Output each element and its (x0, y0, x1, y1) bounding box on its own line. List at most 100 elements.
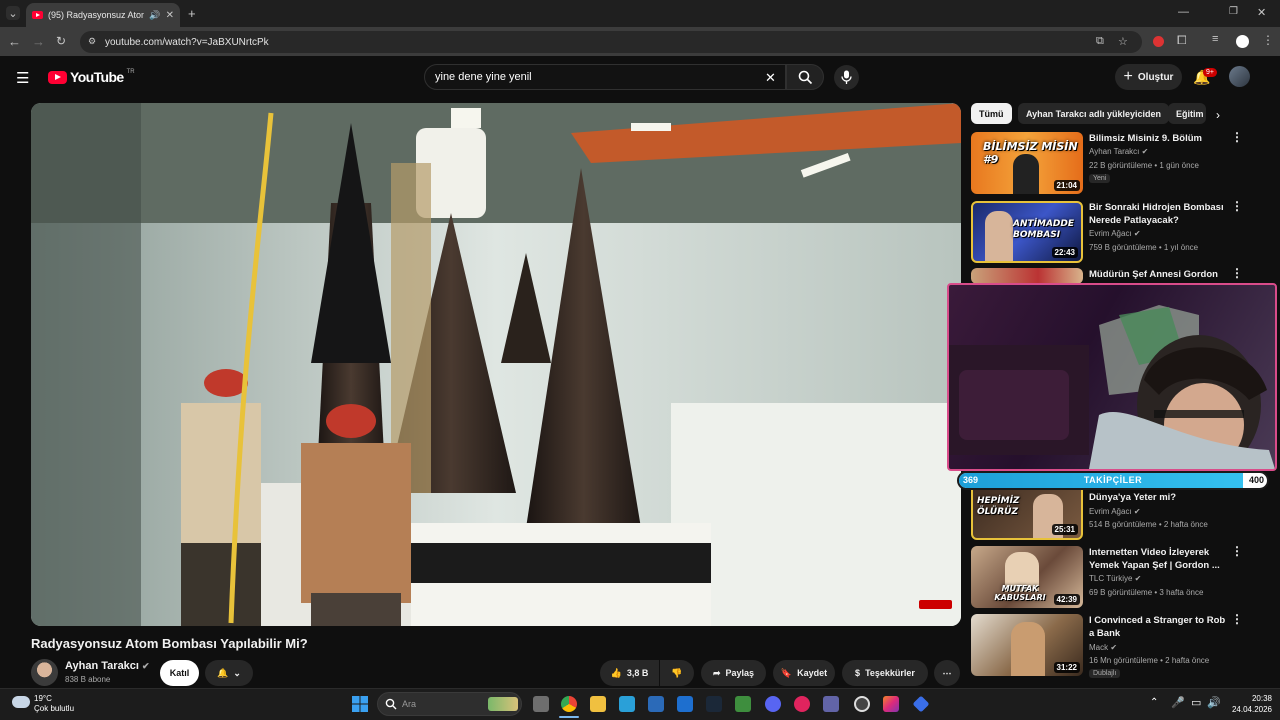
hamburger-menu-icon[interactable]: ☰ (16, 69, 29, 87)
like-button[interactable]: 👍 3,8 B (600, 660, 659, 686)
search-input[interactable]: yine dene yine yenil ✕ (424, 64, 786, 90)
audio-playing-icon[interactable]: 🔊 (149, 10, 160, 21)
verified-check-icon: ✔ (1110, 643, 1118, 652)
bookmark-star-icon[interactable]: ☆ (1118, 35, 1128, 48)
media-player-icon[interactable] (794, 696, 810, 712)
clock-date: 24.04.2026 (1231, 705, 1272, 714)
rec-channel: Evrim Ağacı ✔ (1089, 229, 1141, 238)
more-vertical-icon[interactable]: ⋮ (1231, 200, 1243, 212)
duration-badge: 22:43 (1051, 247, 1078, 258)
like-count: 3,8 B (626, 668, 649, 678)
bookmark-icon: 🔖 (780, 667, 793, 678)
more-vertical-icon[interactable]: ⋮ (1231, 545, 1243, 557)
obs-icon[interactable] (854, 696, 870, 712)
network-icon[interactable]: ▭ (1191, 696, 1201, 709)
store-icon[interactable] (648, 696, 664, 712)
tray-mic-icon[interactable]: 🎤 (1171, 696, 1185, 709)
verified-check-icon: ✔ (1134, 574, 1142, 583)
dislike-button[interactable]: 👎 (660, 660, 694, 686)
media-control-icon[interactable]: ≡ (1212, 33, 1218, 45)
extension-red-icon[interactable] (1153, 36, 1164, 47)
channel-avatar[interactable] (31, 659, 58, 686)
close-tab-icon[interactable]: ✕ (166, 10, 174, 21)
chip-all[interactable]: Tümü (971, 103, 1012, 124)
save-button[interactable]: 🔖 Kaydet (773, 660, 835, 686)
browser-menu-icon[interactable]: ⋮ (1262, 33, 1274, 47)
account-avatar[interactable] (1229, 66, 1250, 87)
youtube-watermark-icon (919, 600, 952, 609)
clear-search-icon[interactable]: ✕ (765, 70, 776, 86)
taskbar-search[interactable]: Ara (377, 692, 522, 716)
back-icon[interactable]: ← (8, 34, 21, 49)
new-badge: Yeni (1089, 174, 1111, 183)
share-button[interactable]: ➦ Paylaş (701, 660, 766, 686)
logo-text: YouTube (70, 69, 124, 85)
chrome-icon[interactable] (561, 696, 577, 712)
app-monitor-icon[interactable] (619, 696, 635, 712)
cast-icon[interactable]: ⧉ (1096, 35, 1104, 48)
reload-icon[interactable]: ↻ (56, 34, 66, 48)
chips-next-icon[interactable]: › (1216, 108, 1220, 122)
weather-widget[interactable]: 19°C Çok bulutlu (12, 694, 74, 714)
discord-icon[interactable] (765, 696, 781, 712)
search-button[interactable] (786, 64, 824, 90)
volume-icon[interactable]: 🔊 (1207, 696, 1221, 709)
thumbnail-person (1013, 154, 1039, 194)
video-thumbnail[interactable]: BİLİMSİZ MİSİN #9 21:04 (971, 132, 1083, 194)
rec-meta: 514 B görüntüleme • 2 hafta önce (1089, 520, 1208, 529)
video-thumbnail[interactable]: MUTFAK KABUSLARI 42:39 (971, 546, 1083, 608)
voice-search-button[interactable] (834, 65, 859, 90)
site-info-icon[interactable]: ⚙ (88, 36, 96, 47)
channel-name[interactable]: Ayhan Tarakcı ✔ (65, 660, 150, 672)
profile-icon[interactable] (1236, 35, 1249, 48)
video-thumbnail[interactable]: 31:22 (971, 614, 1083, 676)
system-clock[interactable]: 20:38 24.04.2026 (1226, 693, 1272, 715)
create-button[interactable]: + Oluştur (1115, 64, 1182, 90)
chip-education[interactable]: Eğitim (1168, 103, 1206, 124)
more-actions-button[interactable]: ⋯ (934, 660, 960, 686)
notification-subscribe-button[interactable]: 🔔 ⌄ (205, 660, 253, 686)
address-toolbar: ← → ↻ ⚙ youtube.com/watch?v=JaBXUNrtcPk … (0, 27, 1280, 56)
rec-title: Bir Sonraki Hidrojen Bombası Nerede Patl… (1089, 202, 1224, 226)
thumbnail-person (1011, 622, 1045, 676)
new-tab-icon[interactable]: + (188, 6, 196, 21)
join-button[interactable]: Katıl (160, 660, 199, 686)
video-thumbnail[interactable] (971, 268, 1083, 284)
steam-icon[interactable] (706, 696, 722, 712)
search-highlight-icon (488, 697, 518, 711)
mail-icon[interactable] (677, 696, 693, 712)
extensions-puzzle-icon[interactable]: ⧠ (1177, 33, 1187, 48)
more-horizontal-icon: ⋯ (942, 667, 952, 678)
chip-uploader[interactable]: Ayhan Tarakcı adlı yükleyiciden (1018, 103, 1170, 124)
video-thumbnail[interactable]: ANTİMADDE BOMBASI 22:43 (971, 201, 1083, 263)
video-frame-illustration (31, 103, 961, 626)
more-vertical-icon[interactable]: ⋮ (1231, 131, 1243, 143)
search-icon (798, 70, 813, 85)
thanks-button[interactable]: $ Teşekkürler (842, 660, 928, 686)
forward-icon[interactable]: → (32, 34, 45, 49)
tab-search-chevron-icon[interactable]: ⌄ (6, 6, 20, 20)
video-player[interactable] (31, 103, 961, 626)
thumbs-up-icon: 👍 (610, 667, 622, 678)
minimize-icon[interactable]: — (1178, 6, 1189, 18)
window-close-icon[interactable]: ✕ (1257, 6, 1266, 19)
task-view-icon[interactable] (533, 696, 549, 712)
omnibox[interactable]: ⚙ youtube.com/watch?v=JaBXUNrtcPk ⧉ ☆ (80, 31, 1142, 53)
tray-chevron-up-icon[interactable]: ⌃ (1150, 697, 1158, 708)
minecraft-icon[interactable] (735, 696, 751, 712)
maximize-icon[interactable]: ❐ (1229, 6, 1238, 17)
super-thanks-icon: $ (855, 668, 861, 678)
teams-icon[interactable] (823, 696, 839, 712)
youtube-logo[interactable]: YouTube TR (48, 69, 135, 85)
windows-start-icon[interactable] (352, 696, 368, 712)
more-vertical-icon[interactable]: ⋮ (1231, 613, 1243, 625)
active-tab[interactable]: (95) Radyasyonsuz Atom Bo 🔊 ✕ (26, 3, 180, 27)
more-vertical-icon[interactable]: ⋮ (1231, 267, 1243, 279)
bell-icon: 🔔 (217, 667, 229, 678)
instagram-icon[interactable] (883, 696, 899, 712)
verified-check-icon: ✔ (1141, 147, 1149, 156)
active-app-indicator (559, 716, 579, 718)
duration-badge: 25:31 (1051, 524, 1078, 535)
file-explorer-icon[interactable] (590, 696, 606, 712)
rec-meta: 22 B görüntüleme • 1 gün önce (1089, 161, 1199, 170)
